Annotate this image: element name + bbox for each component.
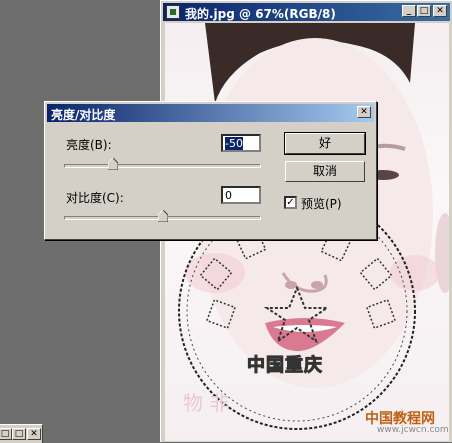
cancel-button[interactable]: 取消 bbox=[285, 161, 365, 182]
ok-button[interactable]: 好 bbox=[284, 132, 366, 155]
minimize-button[interactable]: _ bbox=[402, 5, 416, 17]
stamp-bottom-text: 物 非 bbox=[183, 391, 230, 415]
minimized-restore-button[interactable]: □ bbox=[0, 428, 12, 440]
contrast-value: 0 bbox=[225, 189, 232, 202]
watermark-url: www.jcwcn.com bbox=[377, 425, 449, 435]
dialog-title-bar[interactable]: 亮度/对比度 ✕ bbox=[47, 104, 374, 122]
minimized-close-button[interactable]: ✕ bbox=[27, 428, 41, 440]
preview-checkbox[interactable]: ✓ bbox=[284, 196, 297, 209]
document-title-bar[interactable]: 我的.jpg @ 67%(RGB/8) _ □ ✕ bbox=[163, 3, 450, 21]
brightness-label: 亮度(B): bbox=[66, 138, 112, 152]
contrast-input[interactable]: 0 bbox=[221, 186, 261, 204]
contrast-slider-thumb[interactable] bbox=[157, 210, 168, 222]
stamp-center-text: 中国重庆 bbox=[247, 355, 323, 377]
document-title: 我的.jpg @ 67%(RGB/8) bbox=[185, 7, 336, 21]
close-button[interactable]: ✕ bbox=[433, 5, 447, 17]
photoshop-document-icon bbox=[166, 5, 180, 19]
contrast-label: 对比度(C): bbox=[66, 191, 124, 205]
maximize-button[interactable]: □ bbox=[417, 5, 431, 17]
dialog-title: 亮度/对比度 bbox=[51, 108, 116, 122]
minimized-window[interactable]: □ □ ✕ bbox=[0, 424, 43, 443]
preview-label: 预览(P) bbox=[301, 197, 342, 211]
dialog-close-button[interactable]: ✕ bbox=[357, 106, 371, 118]
minimized-maximize-button[interactable]: □ bbox=[12, 428, 26, 440]
brightness-contrast-dialog: 亮度/对比度 ✕ 亮度(B): -50 对比度(C): 0 好 取消 ✓ 预览(… bbox=[44, 101, 377, 240]
brightness-slider-thumb[interactable] bbox=[108, 158, 119, 170]
brightness-input[interactable]: -50 bbox=[221, 134, 261, 152]
brightness-slider-track[interactable] bbox=[64, 164, 261, 168]
brightness-value: -50 bbox=[225, 137, 243, 150]
